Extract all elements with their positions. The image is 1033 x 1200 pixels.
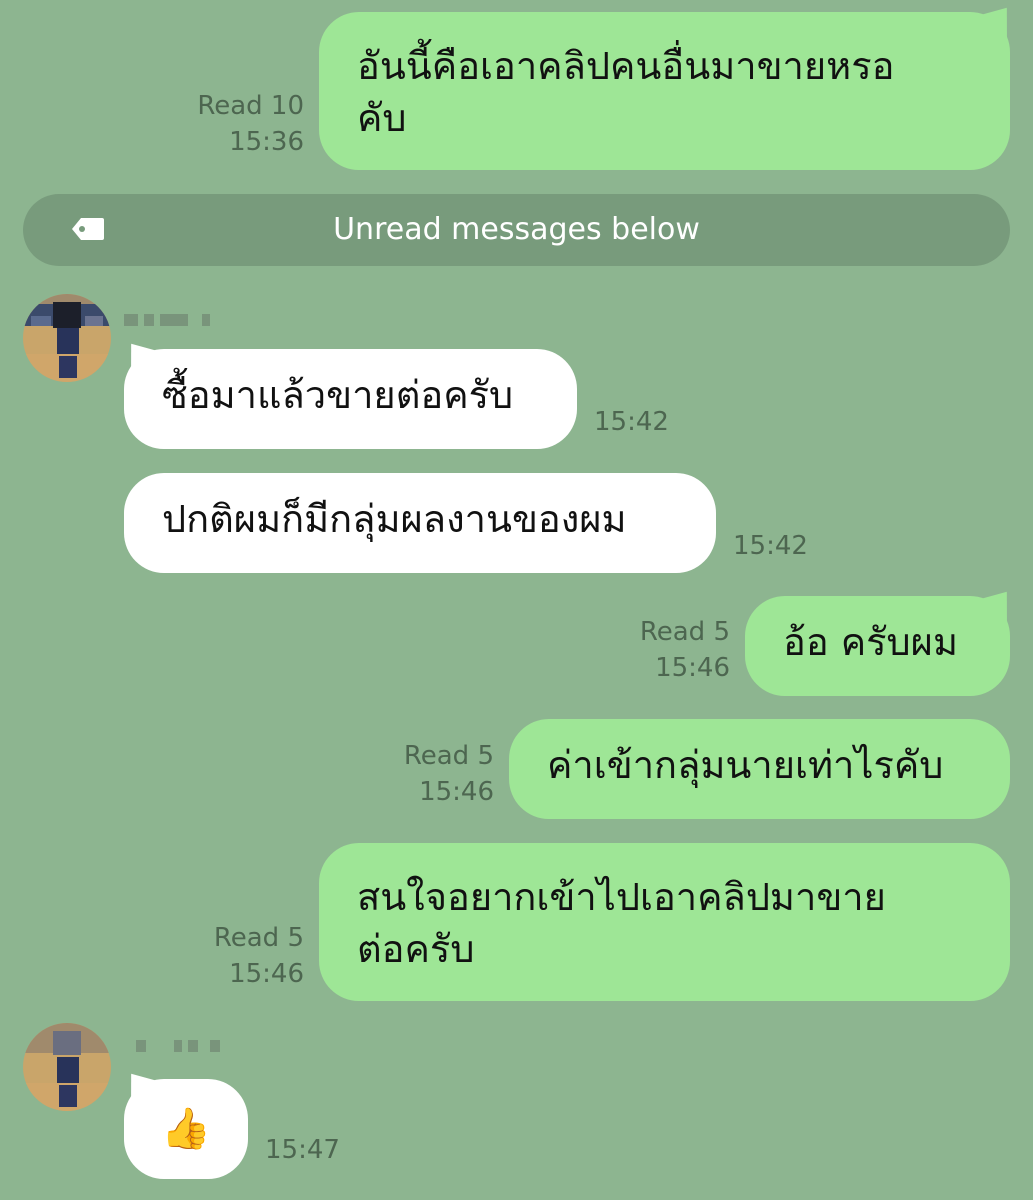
message-bubble-incoming[interactable]: ปกติผมก็มีกลุ่มผลงานของผม	[124, 473, 716, 573]
read-receipt: Read 5	[403, 741, 494, 771]
message-text-line: ต่อครับ	[357, 927, 475, 971]
message-time: 15:47	[265, 1135, 340, 1165]
message-bubble-incoming[interactable]: ซื้อมาแล้วขายต่อครับ	[124, 349, 577, 449]
message-time: 15:46	[229, 959, 304, 989]
avatar[interactable]	[23, 294, 111, 382]
message-text-line: อันนี้คือเอาคลิปคนอื่นมาขายหรอ	[357, 44, 895, 88]
read-receipt: Read 5	[639, 617, 730, 647]
message-text: ปกติผมก็มีกลุ่มผลงานของผม	[162, 497, 627, 541]
read-receipt: Read 5	[213, 923, 304, 953]
message-bubble-outgoing[interactable]: อันนี้คือเอาคลิปคนอื่นมาขายหรอ คับ	[319, 12, 1010, 170]
message-bubble-outgoing[interactable]: ค่าเข้ากลุ่มนายเท่าไรคับ	[509, 719, 1010, 819]
message-time: 15:46	[419, 777, 494, 807]
read-receipt: Read 10	[197, 91, 304, 121]
avatar-image	[23, 1023, 111, 1111]
sender-name-blurred	[136, 1040, 220, 1052]
message-time: 15:46	[655, 653, 730, 683]
message-text: ซื้อมาแล้วขายต่อครับ	[162, 373, 514, 417]
message-text-line: สนใจอยากเข้าไปเอาคลิปมาขาย	[357, 875, 886, 919]
message-bubble-outgoing[interactable]: สนใจอยากเข้าไปเอาคลิปมาขาย ต่อครับ	[319, 843, 1010, 1001]
message-text-line: คับ	[357, 96, 407, 140]
message-text: ค่าเข้ากลุ่มนายเท่าไรคับ	[547, 743, 944, 787]
message-meta: Read 10 15:36	[180, 88, 304, 160]
message-meta: Read 5 15:46	[174, 920, 304, 992]
message-bubble-outgoing[interactable]: อ้อ ครับผม	[745, 596, 1010, 696]
message-meta: Read 5 15:46	[600, 614, 730, 686]
message-text: อ้อ ครับผม	[783, 620, 958, 664]
message-time: 15:42	[594, 407, 669, 437]
sender-name-blurred	[124, 314, 210, 326]
avatar[interactable]	[23, 1023, 111, 1111]
avatar-image	[23, 294, 111, 382]
message-meta: Read 5 15:46	[364, 738, 494, 810]
thumbs-up-icon: 👍	[161, 1106, 211, 1152]
unread-banner-text: Unread messages below	[333, 212, 700, 247]
unread-messages-banner: Unread messages below	[23, 194, 1010, 266]
message-time: 15:42	[733, 531, 808, 561]
message-time: 15:36	[229, 127, 304, 157]
